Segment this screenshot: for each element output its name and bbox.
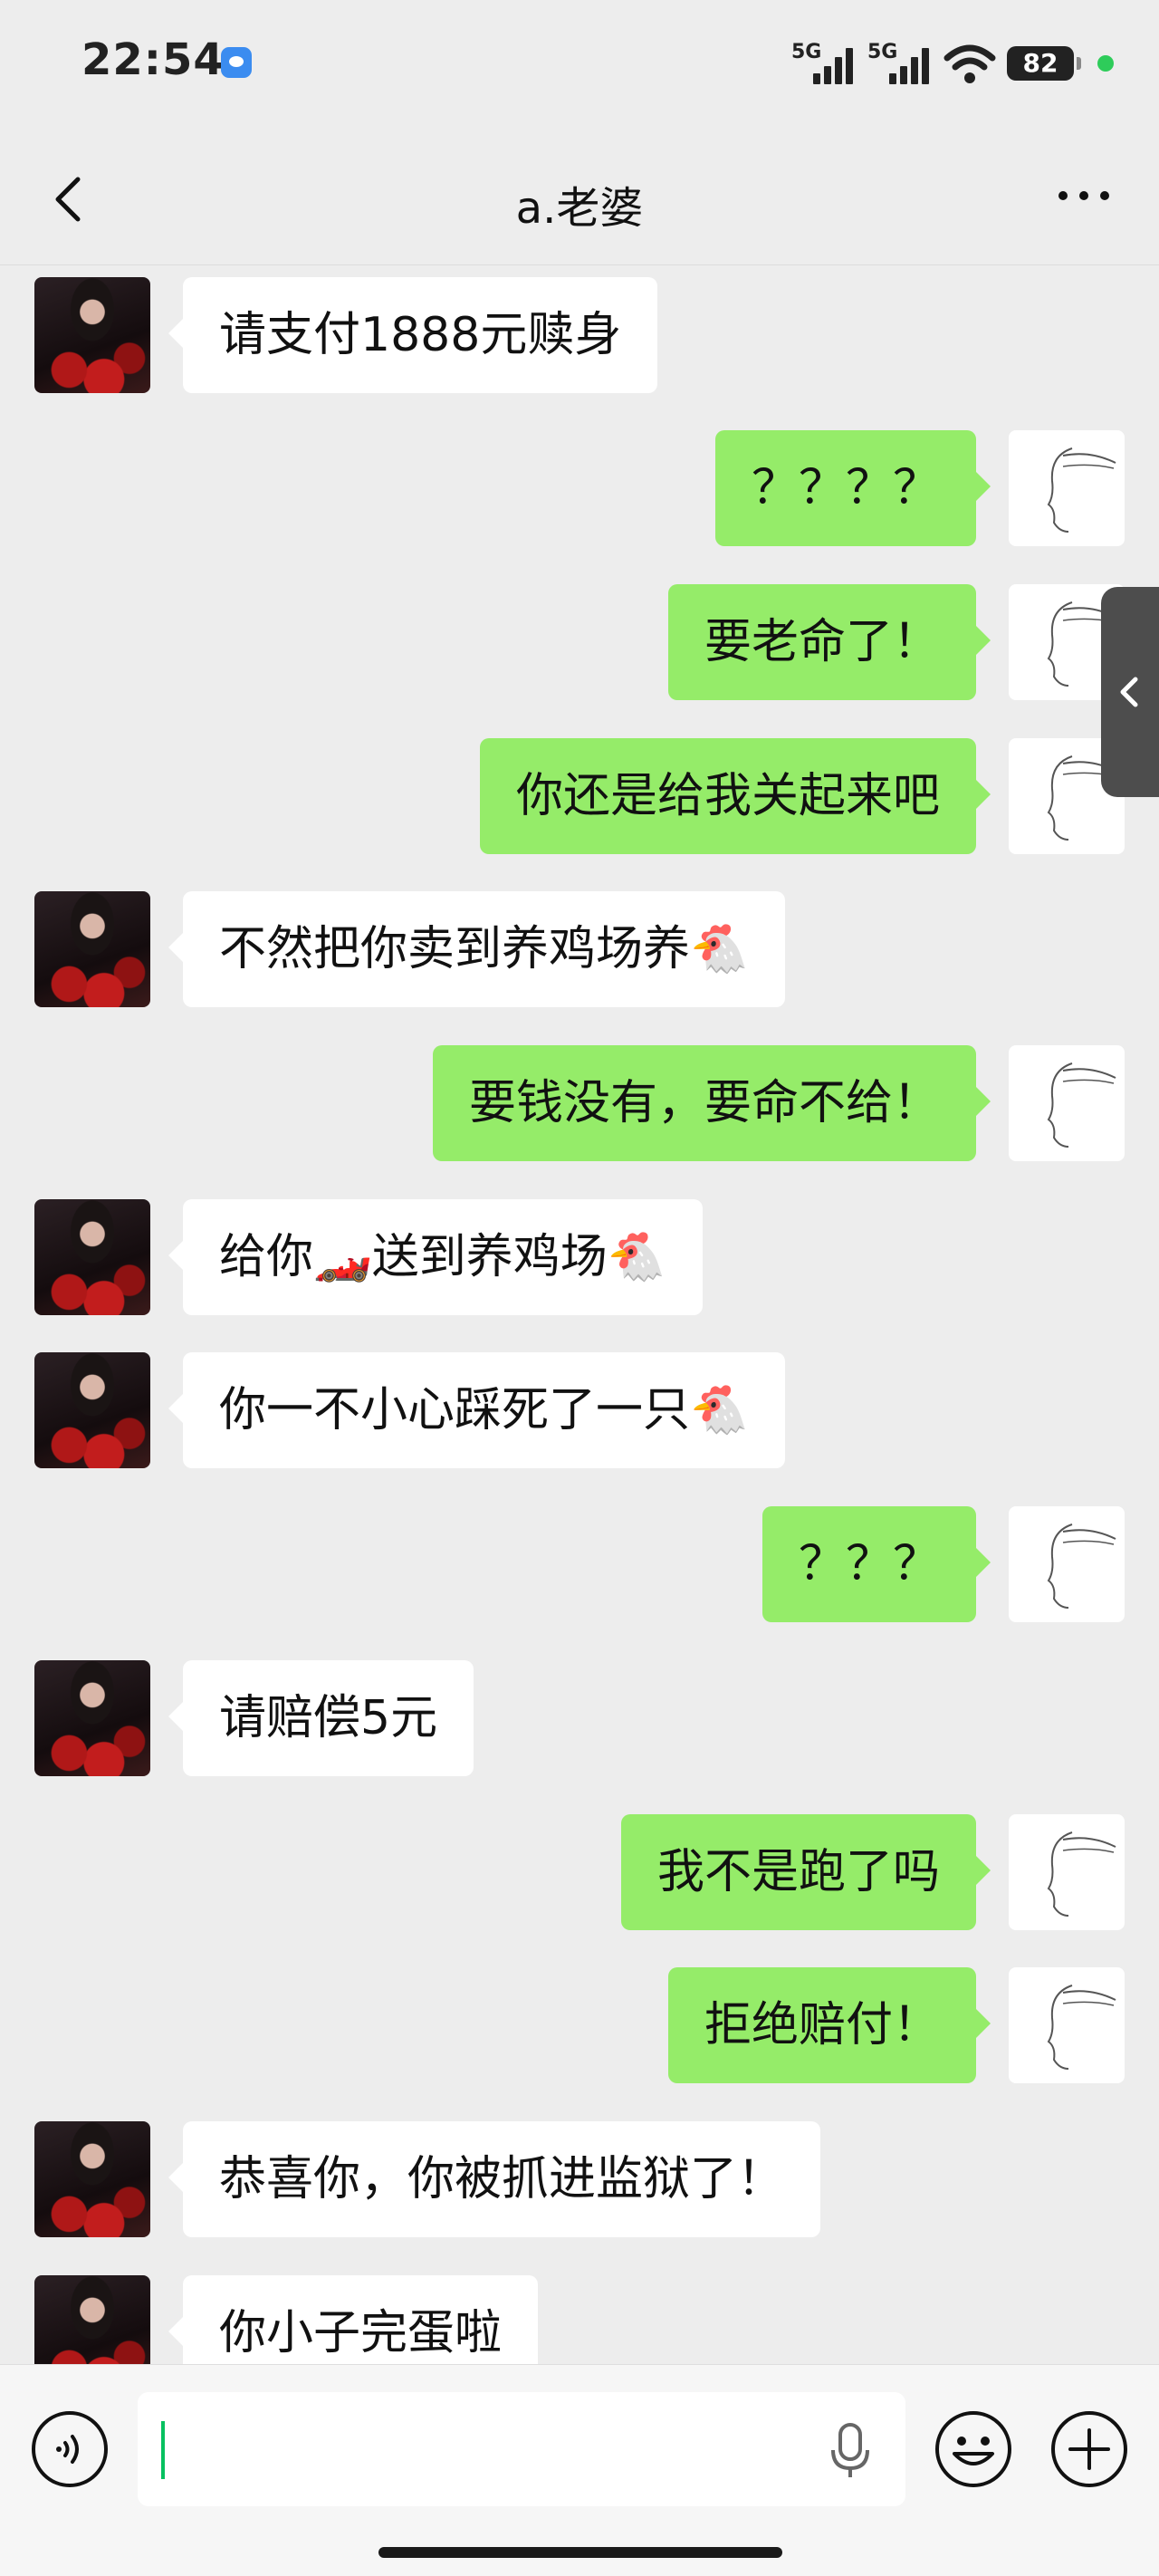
chat-title: a.老婆 xyxy=(515,183,644,234)
message-bubble-outgoing[interactable]: ？？？ xyxy=(761,1506,991,1622)
signal-icon: 5G xyxy=(867,41,933,86)
message-bubble-incoming[interactable]: 你小子完蛋啦 xyxy=(168,2275,539,2364)
my-avatar[interactable] xyxy=(1009,1814,1125,1930)
contact-avatar[interactable] xyxy=(34,277,150,393)
message-list[interactable]: 请支付1888元赎身 ？？？？ 要老命了！ 你还是给我关起来吧 不然把你卖到养鸡… xyxy=(0,264,1159,2364)
message-bubble-outgoing[interactable]: 我不是跑了吗 xyxy=(620,1814,991,1930)
contact-avatar[interactable] xyxy=(34,1660,150,1776)
contact-avatar[interactable] xyxy=(34,1352,150,1468)
contact-avatar[interactable] xyxy=(34,891,150,1007)
message-row: 你还是给我关起来吧 xyxy=(0,738,1159,856)
floating-side-tab[interactable] xyxy=(1101,587,1159,797)
message-row: 要钱没有，要命不给！ xyxy=(0,1045,1159,1163)
message-row: 请支付1888元赎身 xyxy=(0,277,1159,395)
signal-icon: 5G xyxy=(791,41,857,86)
my-avatar[interactable] xyxy=(1009,1967,1125,2083)
wechat-notification-icon xyxy=(221,47,252,78)
message-bubble-outgoing[interactable]: 你还是给我关起来吧 xyxy=(479,738,991,854)
network-type-label: 5G xyxy=(867,41,898,63)
message-row: 拒绝赔付！ xyxy=(0,1967,1159,2085)
message-row: 给你🏎️送到养鸡场🐔 xyxy=(0,1199,1159,1317)
microphone-icon[interactable] xyxy=(829,2421,871,2481)
privacy-indicator-dot xyxy=(1097,55,1114,72)
message-bubble-outgoing[interactable]: 要钱没有，要命不给！ xyxy=(432,1045,991,1161)
message-row: 你一不小心踩死了一只🐔 xyxy=(0,1352,1159,1470)
status-indicators: 5G 5G 82 xyxy=(791,36,1114,91)
voice-icon xyxy=(32,2411,108,2487)
input-bar xyxy=(0,2364,1159,2576)
more-icon xyxy=(1058,191,1109,200)
more-button[interactable] xyxy=(1052,178,1116,214)
message-bubble-incoming[interactable]: 不然把你卖到养鸡场养🐔 xyxy=(168,891,785,1007)
message-bubble-incoming[interactable]: 请赔偿5元 xyxy=(168,1660,474,1776)
message-row: 要老命了！ xyxy=(0,584,1159,702)
contact-avatar[interactable] xyxy=(34,1199,150,1315)
chevron-left-icon xyxy=(1120,677,1138,707)
text-cursor xyxy=(161,2421,165,2479)
more-functions-button[interactable] xyxy=(1049,2408,1130,2490)
message-bubble-incoming[interactable]: 恭喜你，你被抓进监狱了！ xyxy=(168,2121,821,2237)
message-row: 我不是跑了吗 xyxy=(0,1814,1159,1932)
chat-screen: 22:54 5G 5G 82 a.老婆 请支付1888元赎身 ？？？？ 要老命了… xyxy=(0,0,1159,2576)
home-indicator[interactable] xyxy=(378,2547,782,2558)
message-bubble-incoming[interactable]: 请支付1888元赎身 xyxy=(168,277,658,393)
emoji-icon xyxy=(935,2411,1011,2487)
contact-avatar[interactable] xyxy=(34,2121,150,2237)
message-bubble-outgoing[interactable]: 拒绝赔付！ xyxy=(667,1967,991,2083)
wifi-icon xyxy=(943,42,996,85)
message-row: 你小子完蛋啦 xyxy=(0,2275,1159,2364)
message-row: ？？？？ xyxy=(0,430,1159,548)
chat-header: a.老婆 xyxy=(0,136,1159,263)
my-avatar[interactable] xyxy=(1009,1506,1125,1622)
my-avatar[interactable] xyxy=(1009,1045,1125,1161)
contact-avatar[interactable] xyxy=(34,2275,150,2364)
message-row: ？？？ xyxy=(0,1506,1159,1624)
message-bubble-incoming[interactable]: 你一不小心踩死了一只🐔 xyxy=(168,1352,785,1468)
status-time: 22:54 xyxy=(81,34,225,85)
message-row: 恭喜你，你被抓进监狱了！ xyxy=(0,2121,1159,2239)
battery-icon: 82 xyxy=(1007,46,1081,81)
my-avatar[interactable] xyxy=(1009,430,1125,546)
message-bubble-outgoing[interactable]: 要老命了！ xyxy=(667,584,991,700)
status-bar: 22:54 5G 5G 82 xyxy=(0,0,1159,127)
plus-icon xyxy=(1051,2411,1127,2487)
message-row: 请赔偿5元 xyxy=(0,1660,1159,1778)
message-row: 不然把你卖到养鸡场养🐔 xyxy=(0,891,1159,1009)
message-input[interactable] xyxy=(138,2392,905,2506)
network-type-label: 5G xyxy=(791,41,822,63)
message-bubble-incoming[interactable]: 给你🏎️送到养鸡场🐔 xyxy=(168,1199,703,1315)
emoji-button[interactable] xyxy=(933,2408,1014,2490)
voice-toggle-button[interactable] xyxy=(29,2408,110,2490)
message-bubble-outgoing[interactable]: ？？？？ xyxy=(714,430,991,546)
